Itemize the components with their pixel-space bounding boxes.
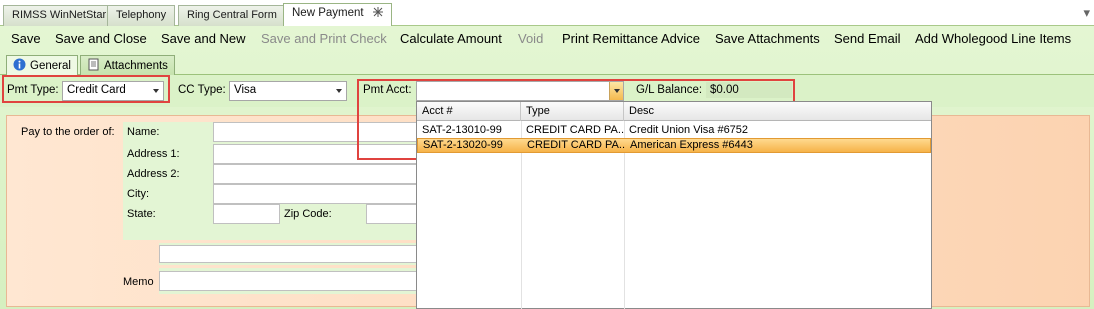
tab-label: Telephony <box>116 9 167 21</box>
zip-code-input[interactable] <box>366 204 423 224</box>
column-header-acct[interactable]: Acct # <box>417 102 521 121</box>
city-label: City: <box>127 188 149 200</box>
desc-cell: Credit Union Visa #6752 <box>629 124 749 136</box>
pin-icon[interactable] <box>372 7 383 17</box>
account-row-selected[interactable]: SAT-2-13020-99 CREDIT CARD PA... America… <box>417 138 931 153</box>
tab-rimss-winnetstar[interactable]: RIMSS WinNetStar <box>3 5 116 26</box>
calculate-amount-button[interactable]: Calculate Amount <box>400 31 502 46</box>
toolbar: Save Save and Close Save and New Save an… <box>0 26 1094 53</box>
tab-label: Ring Central Form <box>187 9 277 21</box>
tab-ring-central-form[interactable]: Ring Central Form <box>178 5 286 26</box>
cc-type-label: CC Type: <box>178 84 226 96</box>
name-label: Name: <box>127 126 160 138</box>
chevron-down-icon <box>336 89 342 93</box>
memo-strip <box>159 268 421 294</box>
tab-new-payment[interactable]: New Payment <box>283 3 392 27</box>
address1-label: Address 1: <box>127 148 180 160</box>
document-icon <box>88 58 99 71</box>
acct-cell: SAT-2-13020-99 <box>423 139 503 151</box>
pay-to-label: Pay to the order of: <box>21 126 115 138</box>
print-remittance-advice-button[interactable]: Print Remittance Advice <box>562 31 700 46</box>
tab-attachments-label: Attachments <box>104 60 168 72</box>
save-and-new-button[interactable]: Save and New <box>161 31 246 46</box>
close-icon[interactable]: ▾ <box>1083 5 1090 21</box>
tab-general-label: General <box>30 60 71 72</box>
state-label: State: <box>127 208 156 220</box>
column-header-type[interactable]: Type <box>521 102 624 121</box>
info-icon <box>13 58 26 71</box>
form-subtabs: General Attachments <box>0 53 1094 76</box>
dropdown-header: Acct # Type Desc <box>417 102 931 121</box>
address2-input[interactable] <box>213 164 423 184</box>
state-input[interactable] <box>213 204 280 224</box>
type-cell: CREDIT CARD PA... <box>526 124 624 136</box>
document-tab-strip: RIMSS WinNetStar Telephony Ring Central … <box>0 0 1094 27</box>
memo-top-strip <box>159 243 421 265</box>
tab-telephony[interactable]: Telephony <box>107 5 176 26</box>
pmt-type-highlight <box>2 75 170 103</box>
cc-type-select[interactable]: Visa <box>229 81 347 101</box>
tab-label: New Payment <box>292 7 364 19</box>
pmt-acct-dropdown[interactable]: Acct # Type Desc SAT-2-13010-99 CREDIT C… <box>416 101 932 309</box>
save-and-print-check-button[interactable]: Save and Print Check <box>261 31 387 46</box>
tab-general[interactable]: General <box>6 55 78 76</box>
save-and-close-button[interactable]: Save and Close <box>55 31 147 46</box>
cc-type-value: Visa <box>234 84 257 96</box>
tab-label: RIMSS WinNetStar <box>12 9 107 21</box>
desc-cell: American Express #6443 <box>630 139 753 151</box>
column-header-desc[interactable]: Desc <box>624 102 931 121</box>
type-cell: CREDIT CARD PA... <box>527 139 625 151</box>
acct-cell: SAT-2-13010-99 <box>422 124 502 136</box>
save-attachments-button[interactable]: Save Attachments <box>715 31 820 46</box>
amount-input[interactable] <box>159 245 421 263</box>
city-input[interactable] <box>213 184 423 204</box>
address2-label: Address 2: <box>127 168 180 180</box>
account-row[interactable]: SAT-2-13010-99 CREDIT CARD PA... Credit … <box>417 123 931 138</box>
memo-input[interactable] <box>159 271 421 291</box>
tab-attachments[interactable]: Attachments <box>80 55 175 75</box>
void-button[interactable]: Void <box>518 31 543 46</box>
send-email-button[interactable]: Send Email <box>834 31 900 46</box>
zip-code-label: Zip Code: <box>284 208 332 220</box>
save-button[interactable]: Save <box>11 31 41 46</box>
memo-label: Memo <box>123 276 154 288</box>
add-wholegood-line-items-button[interactable]: Add Wholegood Line Items <box>915 31 1071 46</box>
